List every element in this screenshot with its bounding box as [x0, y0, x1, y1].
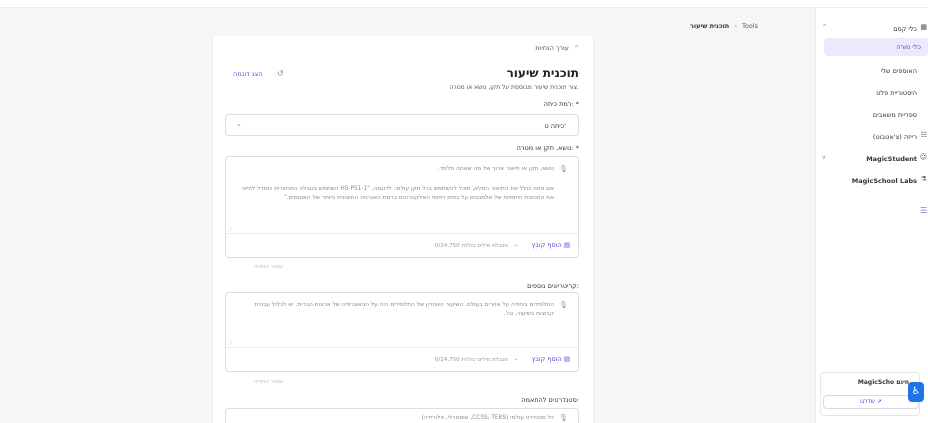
textarea-divider — [226, 347, 578, 348]
breadcrumb: תוכנית שיעור ‹ Tools — [690, 22, 758, 30]
upgrade-button-label: שדרגו — [860, 398, 876, 405]
breadcrumb-root[interactable]: Tools — [742, 22, 758, 30]
breadcrumb-current: תוכנית שיעור — [690, 22, 730, 30]
save-prompt-hint[interactable]: שמור הנחייה — [254, 379, 283, 385]
apps-icon[interactable]: ☰ — [920, 206, 928, 215]
standards-placeholder: כל סטנדרט עולמי (CCSS, TEKS, אוסטרלי, פל… — [421, 415, 554, 421]
word-count: 0/24,750 מגבלת מילים כוללת — [434, 357, 508, 363]
topic-label: נושא, תקן או מטרה: * — [516, 144, 579, 152]
sidebar: ^ כלי קסם ▦ כלי מורה האוספים שלי היסטורי… — [815, 8, 928, 423]
save-prompt-hint[interactable]: שמור הנחייה — [254, 264, 283, 270]
lesson-plan-panel: עורך הנחיות ^ תוכנית שיעור צור תוכנית שי… — [212, 36, 594, 423]
grade-select-value: כיתה ט' — [544, 122, 567, 130]
flask-icon: ⚗ — [920, 175, 927, 183]
textarea-divider — [226, 233, 578, 234]
chat-icon: ☷ — [920, 131, 927, 139]
prompt-editor-label: עורך הנחיות — [535, 44, 569, 52]
upgrade-button[interactable]: שדרגו ➚ — [823, 395, 919, 409]
top-bar — [0, 0, 928, 8]
chevron-down-icon[interactable]: ⌄ — [513, 242, 518, 248]
sidebar-item-magic-tools[interactable]: ^ כלי קסם ▦ — [816, 20, 928, 38]
chevron-left-icon: ‹ — [734, 22, 737, 30]
add-file-label: הוסף קובץ — [531, 355, 562, 363]
add-file-label: הוסף קובץ — [531, 241, 562, 249]
accessibility-icon[interactable]: ♿ — [908, 382, 924, 402]
reset-icon[interactable]: ↺ — [277, 69, 284, 78]
chevron-up-icon[interactable]: ^ — [822, 24, 827, 31]
topic-placeholder-long: אם אתה כולל את התיאור המלא, תוכל להשתמש … — [242, 186, 554, 201]
file-icon: ▤ — [563, 355, 570, 363]
chevron-down-icon[interactable]: v — [822, 154, 826, 161]
sidebar-item-magicschool-labs[interactable]: MagicSchool Labs ⚗ — [816, 172, 928, 190]
promo-text: MagicScho חינם — [857, 379, 909, 386]
word-count: 0/24,750 מגבלת מילים כוללת — [434, 243, 508, 249]
student-icon: ☺ — [919, 153, 927, 161]
sidebar-item-label: MagicSchool Labs — [851, 177, 917, 185]
standards-textarea[interactable]: 🎙 כל סטנדרט עולמי (CCSS, TEKS, אוסטרלי, … — [225, 408, 579, 423]
topic-textarea[interactable]: 🎙 נושא, תקן או תיאור ארוך של מה שאתה מלמ… — [225, 156, 579, 258]
microphone-icon[interactable]: 🎙 — [559, 414, 568, 422]
microphone-icon[interactable]: 🎙 — [559, 301, 568, 309]
sidebar-item-label: ספריית משאבים — [872, 111, 917, 119]
sidebar-item-raina-chatbot[interactable]: רייזה (צ'אטבוט) ☷ — [816, 128, 928, 146]
rocket-icon: ➚ — [876, 398, 882, 405]
sidebar-item-output-history[interactable]: היסטוריית פלט — [816, 84, 928, 102]
sidebar-item-label: היסטוריית פלט — [876, 89, 917, 97]
grid-icon: ▦ — [920, 23, 927, 31]
file-icon: ▤ — [563, 241, 570, 249]
grade-select[interactable]: כיתה ט' ⌄ — [225, 114, 579, 136]
add-file-button[interactable]: הוסף קובץ ▤ — [532, 355, 570, 363]
show-example-link[interactable]: הצג דוגמה — [233, 70, 263, 78]
grade-label: רמת כיתה: * — [543, 100, 579, 108]
page-title: תוכנית שיעור — [506, 66, 579, 80]
add-file-button[interactable]: הוסף קובץ ▤ — [532, 241, 570, 249]
prompt-editor-toggle[interactable]: עורך הנחיות ^ — [535, 44, 579, 52]
sidebar-item-label: האוספים שלי — [880, 67, 917, 75]
sidebar-item-magicstudent[interactable]: v MagicStudent ☺ — [816, 150, 928, 168]
criteria-textarea[interactable]: 🎙 התלמידים ביחידה על אזורים בעולם. השיעו… — [225, 292, 579, 372]
standards-label: סטנדרטים להתאמה: — [521, 396, 579, 404]
sidebar-item-label: כלי מורה — [896, 43, 921, 51]
sidebar-item-label: MagicStudent — [866, 155, 917, 163]
chevron-down-icon[interactable]: ⌄ — [513, 356, 518, 362]
topic-placeholder-short: נושא, תקן או תיאור ארוך של מה שאתה מלמד. — [438, 166, 554, 172]
microphone-icon[interactable]: 🎙 — [559, 165, 568, 173]
criteria-label: קריטריונים נוספים: — [527, 282, 579, 290]
chevron-down-icon: ⌄ — [236, 120, 242, 128]
upgrade-promo: MagicScho חינם שדרגו ➚ — [820, 372, 920, 416]
sidebar-item-teacher-tools[interactable]: כלי מורה — [824, 38, 928, 56]
sidebar-item-label: רייזה (צ'אטבוט) — [872, 133, 917, 141]
sidebar-item-resource-library[interactable]: ספריית משאבים — [816, 106, 928, 124]
page-subtitle: צור תוכנית שיעור מבוססת על תקן, נושא או … — [449, 84, 579, 91]
chevron-up-icon: ^ — [573, 45, 579, 52]
sidebar-item-collections[interactable]: האוספים שלי — [816, 62, 928, 80]
criteria-placeholder: התלמידים ביחידה על אזורים בעולם. השיעור … — [254, 302, 554, 317]
sidebar-item-label: כלי קסם — [893, 25, 917, 33]
